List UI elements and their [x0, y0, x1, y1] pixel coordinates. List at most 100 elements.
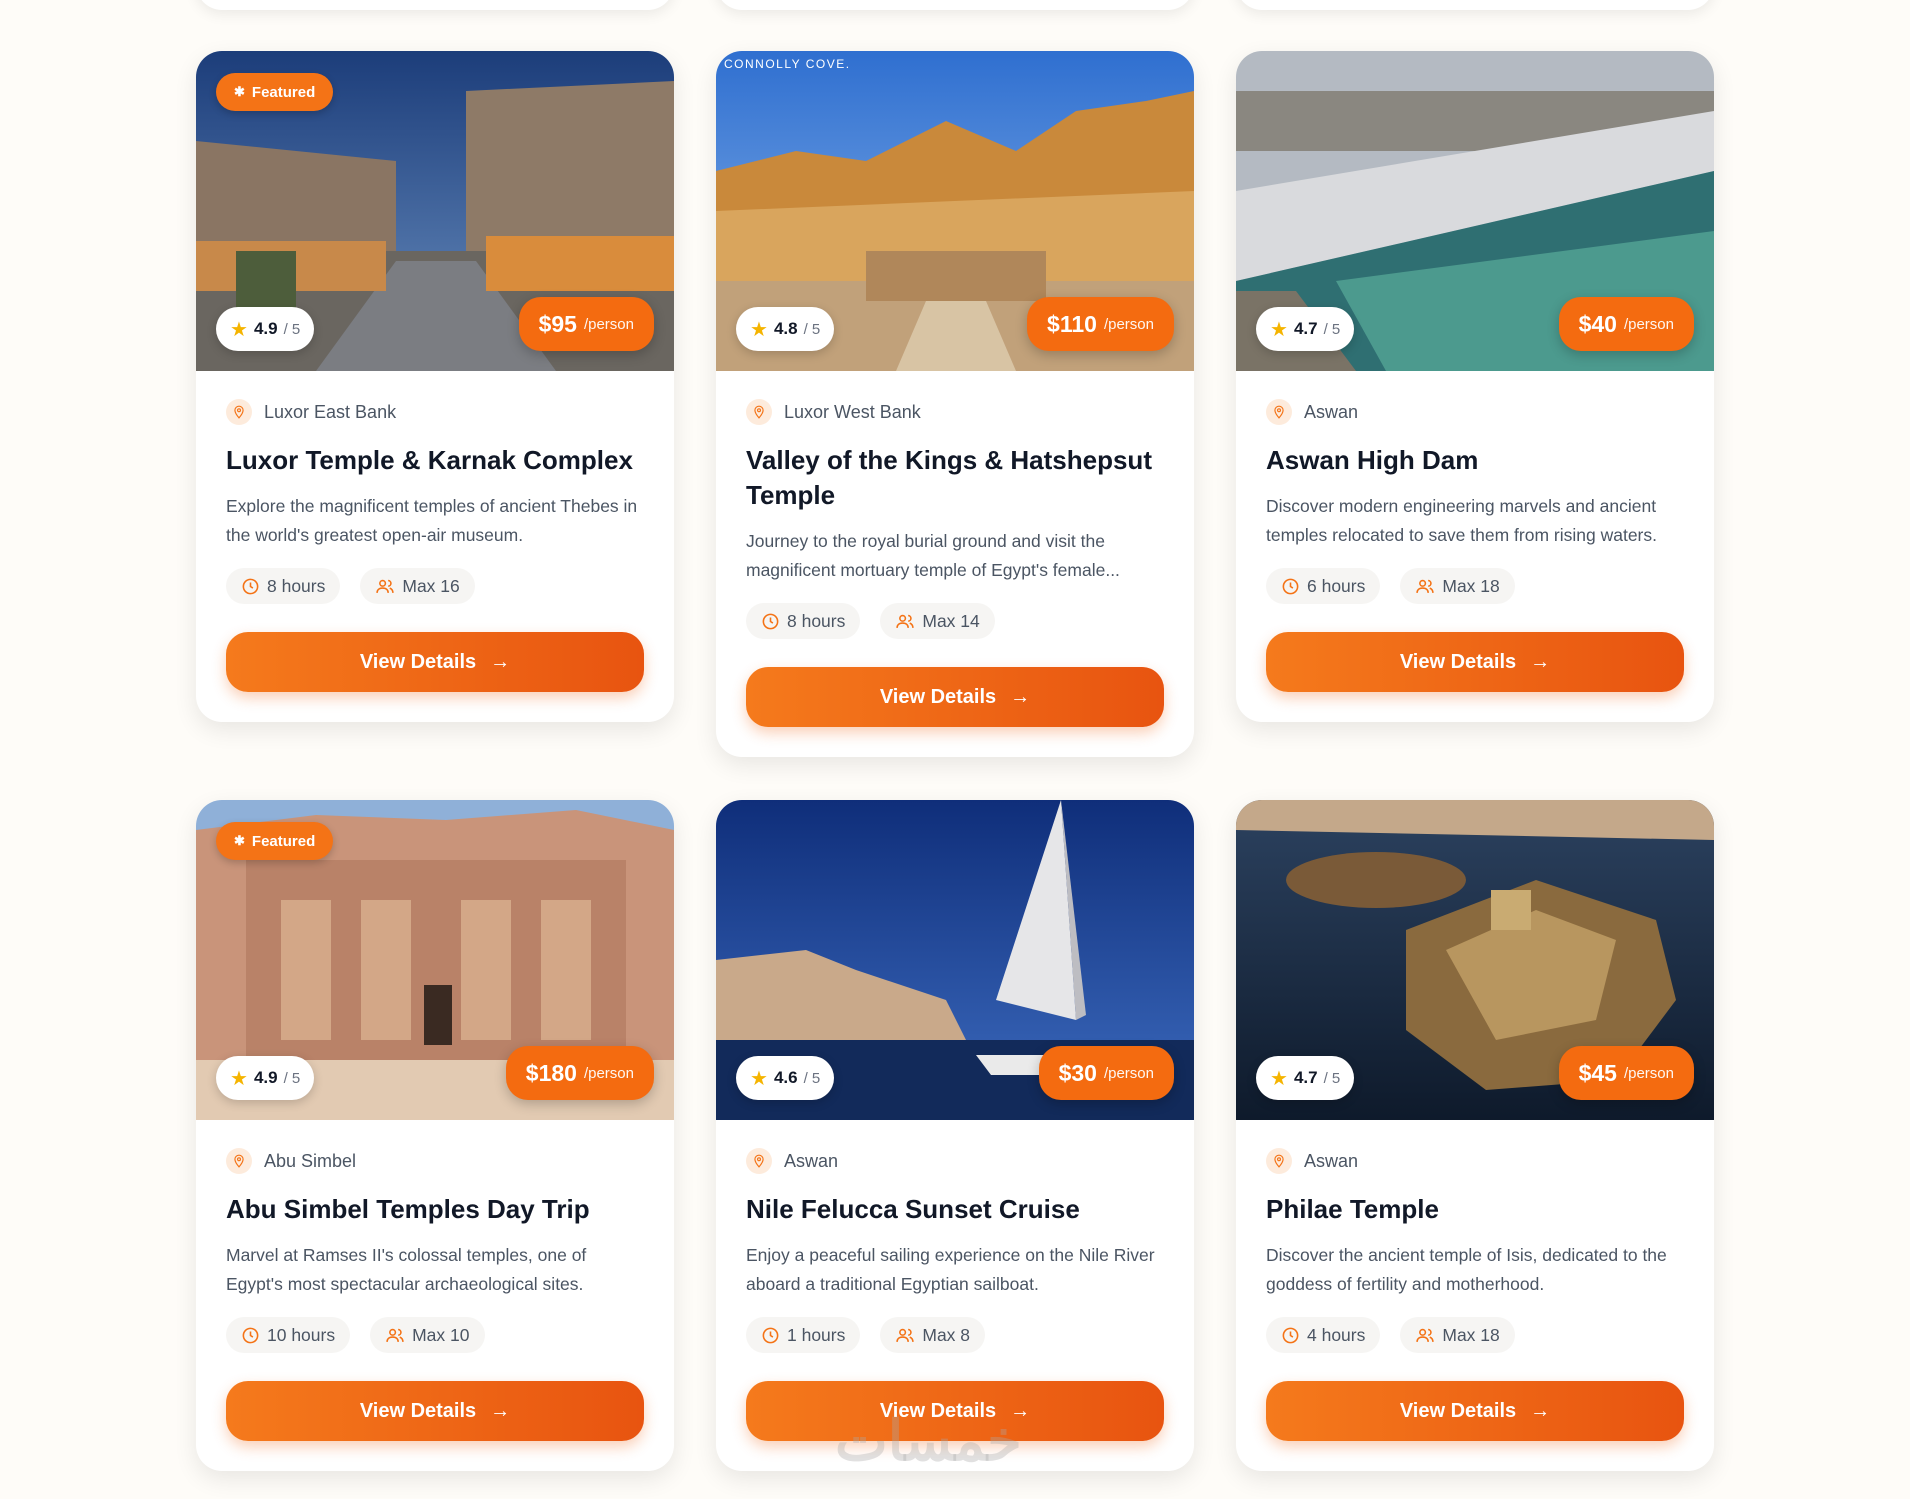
partial-card-top: [716, 0, 1194, 10]
view-details-button[interactable]: View Details →: [746, 1381, 1164, 1441]
duration-chip: 8 hours: [226, 568, 341, 604]
users-icon: [1416, 1328, 1435, 1342]
view-details-button[interactable]: View Details →: [746, 667, 1164, 727]
price-amount: $110: [1047, 310, 1097, 337]
view-details-button[interactable]: View Details →: [226, 1381, 644, 1441]
price-amount: $30: [1058, 1059, 1097, 1086]
location: Aswan: [1266, 399, 1684, 425]
users-icon: [376, 579, 395, 593]
location-pin-icon: [1266, 1148, 1292, 1174]
arrow-right-icon: →: [1010, 685, 1031, 708]
rating-badge: ★ 4.6 / 5: [736, 1056, 835, 1100]
view-details-label: View Details: [879, 1399, 997, 1422]
price-badge: $40 /person: [1558, 297, 1694, 351]
price-amount: $95: [538, 310, 577, 337]
price-badge: $95 /person: [518, 297, 654, 351]
location: Abu Simbel: [226, 1148, 644, 1174]
location-pin-icon: [1266, 399, 1292, 425]
tour-image: ★ 4.7 / 5 $40 /person: [1236, 51, 1714, 371]
group-size-label: Max 10: [412, 1324, 470, 1345]
tour-description: Journey to the royal burial ground and v…: [746, 531, 1120, 580]
rating-badge: ★ 4.7 / 5: [1256, 307, 1355, 351]
tour-description: Explore the magnificent temples of ancie…: [226, 496, 638, 545]
duration-label: 4 hours: [1307, 1324, 1366, 1345]
group-size-label: Max 8: [922, 1324, 971, 1345]
rating-value: 4.9: [253, 1068, 278, 1087]
price-badge: $45 /person: [1558, 1046, 1694, 1100]
users-icon: [386, 1328, 404, 1342]
group-size-chip: Max 8: [880, 1317, 986, 1353]
duration-chip: 6 hours: [1266, 568, 1381, 604]
rating-value: 4.7: [1293, 319, 1318, 338]
price-amount: $45: [1578, 1059, 1617, 1086]
view-details-button[interactable]: View Details →: [1266, 1381, 1684, 1441]
arrow-right-icon: →: [490, 1399, 511, 1422]
tour-card[interactable]: ★ 4.7 / 5 $40 /person Aswan Aswan High D…: [1236, 51, 1714, 722]
star-icon: ★: [750, 1067, 768, 1090]
tour-card[interactable]: ✱ Featured ★ 4.9 / 5 $95 /person Luxor E…: [196, 51, 674, 722]
view-details-label: View Details: [1399, 1399, 1517, 1422]
tour-title: Philae Temple: [1266, 1194, 1439, 1224]
duration-label: 8 hours: [267, 575, 326, 596]
star-icon: ★: [750, 318, 768, 341]
view-details-label: View Details: [359, 650, 477, 673]
duration-label: 6 hours: [1307, 575, 1366, 596]
rating-badge: ★ 4.8 / 5: [736, 307, 835, 351]
users-icon: [896, 1328, 915, 1342]
tour-image: ✱ Featured ★ 4.9 / 5 $180 /person: [196, 800, 674, 1120]
rating-value: 4.6: [773, 1068, 798, 1087]
tour-card[interactable]: CONNOLLY COVE. ★ 4.8 / 5 $110 /person Lu…: [716, 51, 1194, 757]
group-size-chip: Max 16: [360, 568, 475, 604]
group-size-label: Max 18: [1442, 575, 1500, 596]
location: Aswan: [746, 1148, 1164, 1174]
arrow-right-icon: →: [1010, 1399, 1031, 1422]
tour-image: ★ 4.7 / 5 $45 /person: [1236, 800, 1714, 1120]
price-unit: /person: [1623, 1064, 1674, 1082]
featured-badge: ✱ Featured: [216, 822, 334, 860]
rating-value: 4.9: [253, 319, 278, 338]
price-badge: $30 /person: [1038, 1046, 1174, 1100]
rating-max: / 5: [803, 320, 821, 338]
tour-card[interactable]: ✱ Featured ★ 4.9 / 5 $180 /person Abu Si…: [196, 800, 674, 1471]
location: Aswan: [1266, 1148, 1684, 1174]
clock-icon: [1282, 1327, 1299, 1343]
tour-image: CONNOLLY COVE. ★ 4.8 / 5 $110 /person: [716, 51, 1194, 371]
tour-card[interactable]: ★ 4.7 / 5 $45 /person Aswan Philae Templ…: [1236, 800, 1714, 1471]
users-icon: [1416, 579, 1435, 593]
location-label: Aswan: [784, 1150, 839, 1171]
duration-chip: 4 hours: [1266, 1317, 1381, 1353]
star-icon: ★: [230, 318, 248, 341]
tour-title: Nile Felucca Sunset Cruise: [746, 1194, 1080, 1224]
duration-label: 10 hours: [267, 1324, 336, 1345]
tour-image: ✱ Featured ★ 4.9 / 5 $95 /person: [196, 51, 674, 371]
group-size-label: Max 14: [922, 610, 980, 631]
rating-badge: ★ 4.7 / 5: [1256, 1056, 1355, 1100]
view-details-button[interactable]: View Details →: [226, 632, 644, 692]
arrow-right-icon: →: [1530, 650, 1551, 673]
location-pin-icon: [226, 1148, 252, 1174]
duration-chip: 10 hours: [226, 1317, 351, 1353]
location-pin-icon: [746, 399, 772, 425]
tour-title: Valley of the Kings & Hatshepsut Temple: [746, 445, 1152, 510]
featured-badge: ✱ Featured: [216, 73, 334, 111]
featured-label: Featured: [251, 832, 316, 850]
rating-badge: ★ 4.9 / 5: [216, 307, 315, 351]
price-unit: /person: [1103, 315, 1154, 333]
tour-card[interactable]: ★ 4.6 / 5 $30 /person Aswan Nile Felucca…: [716, 800, 1194, 1471]
price-amount: $180: [525, 1059, 577, 1086]
clock-icon: [242, 578, 259, 594]
clock-icon: [762, 1327, 779, 1343]
tour-description: Marvel at Ramses II's colossal temples, …: [226, 1245, 587, 1294]
clock-icon: [762, 613, 779, 629]
location-pin-icon: [226, 399, 252, 425]
view-details-button[interactable]: View Details →: [1266, 632, 1684, 692]
rating-max: / 5: [803, 1069, 821, 1087]
tour-title: Luxor Temple & Karnak Complex: [226, 445, 633, 475]
partial-card-top: [196, 0, 674, 10]
brand-logo: CONNOLLY COVE.: [724, 57, 851, 71]
view-details-label: View Details: [879, 685, 997, 708]
rating-max: / 5: [283, 320, 301, 338]
rating-max: / 5: [283, 1069, 301, 1087]
featured-label: Featured: [251, 83, 316, 101]
group-size-chip: Max 18: [1400, 568, 1515, 604]
